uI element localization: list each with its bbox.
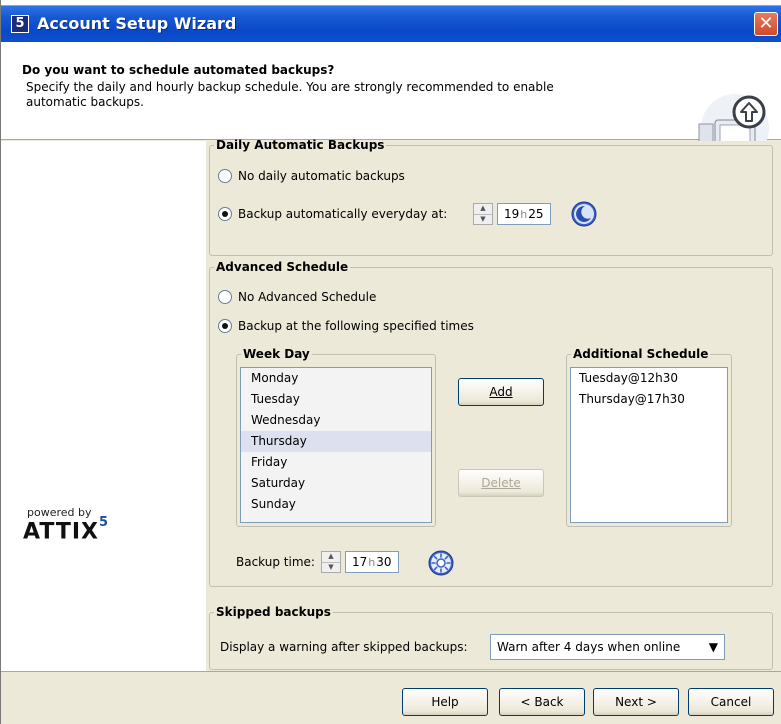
delete-label: Delete xyxy=(481,476,521,490)
daily-spin-down[interactable]: ▼ xyxy=(474,213,492,225)
next-button[interactable]: Next > xyxy=(593,688,679,716)
app-icon: 5 xyxy=(11,15,29,33)
logo-sup: 5 xyxy=(98,515,110,530)
radio-specified[interactable]: Backup at the following specified times xyxy=(218,319,474,333)
page-description: Specify the daily and hourly backup sche… xyxy=(22,80,622,110)
radio-specified-dot[interactable] xyxy=(218,319,232,333)
list-item-selected[interactable]: Thursday xyxy=(241,431,431,452)
daily-backups-group: Daily Automatic Backups xyxy=(209,138,773,256)
radio-no-advanced[interactable]: No Advanced Schedule xyxy=(218,290,376,304)
sun-icon[interactable] xyxy=(428,550,454,576)
skipped-backups-label: Display a warning after skipped backups: xyxy=(220,640,468,654)
backup-hours[interactable]: 17 xyxy=(352,555,367,569)
title-bar[interactable]: 5 Account Setup Wizard ✕ xyxy=(1,6,781,42)
window-title: Account Setup Wizard xyxy=(37,14,237,33)
radio-no-daily[interactable]: No daily automatic backups xyxy=(218,169,405,183)
list-item[interactable]: Thursday@17h30 xyxy=(571,389,727,410)
skipped-backups-value: Warn after 4 days when online xyxy=(497,640,681,654)
daily-minutes[interactable]: 25 xyxy=(528,207,543,221)
radio-everyday[interactable]: Backup automatically everyday at: xyxy=(218,207,447,221)
skipped-backups-legend: Skipped backups xyxy=(216,605,331,619)
logo-text: ATTIX xyxy=(23,519,99,545)
skipped-backups-select[interactable]: Warn after 4 days when online ▼ xyxy=(490,634,725,660)
radio-specified-label: Backup at the following specified times xyxy=(238,319,474,333)
list-item[interactable]: Friday xyxy=(241,452,431,473)
wizard-window: 5 Account Setup Wizard ✕ Do you want to … xyxy=(0,0,781,724)
description-line-1: Specify the daily and hourly backup sche… xyxy=(26,80,554,94)
backup-time-spinner[interactable]: ▲ ▼ 17 h 30 xyxy=(321,551,399,573)
list-item[interactable]: Saturday xyxy=(241,473,431,494)
backup-spin-buttons[interactable]: ▲ ▼ xyxy=(321,551,341,573)
daily-time-input[interactable]: 19 h 25 xyxy=(497,203,551,225)
cancel-button[interactable]: Cancel xyxy=(688,688,774,716)
list-item[interactable]: Tuesday xyxy=(241,389,431,410)
daily-spin-up[interactable]: ▲ xyxy=(474,204,492,214)
wizard-footer: Help < Back Next > Cancel xyxy=(1,671,781,724)
weekday-legend: Week Day xyxy=(243,347,310,361)
backup-spin-down[interactable]: ▼ xyxy=(322,561,340,573)
backup-time-label: Backup time: xyxy=(236,555,315,569)
attix-logo: ATTIX5 xyxy=(23,515,109,545)
list-item[interactable]: Monday xyxy=(241,368,431,389)
daily-spin-buttons[interactable]: ▲ ▼ xyxy=(473,203,493,225)
additional-schedule-list[interactable]: Tuesday@12h30 Thursday@17h30 xyxy=(570,367,728,523)
backup-minutes[interactable]: 30 xyxy=(376,555,391,569)
radio-no-daily-dot[interactable] xyxy=(218,169,232,183)
daily-hours[interactable]: 19 xyxy=(504,207,519,221)
chevron-down-icon[interactable]: ▼ xyxy=(709,635,718,659)
moon-icon[interactable] xyxy=(571,201,597,227)
page-title: Do you want to schedule automated backup… xyxy=(22,63,335,77)
list-item[interactable]: Sunday xyxy=(241,494,431,515)
backup-spin-up[interactable]: ▲ xyxy=(322,552,340,562)
wizard-header: Do you want to schedule automated backup… xyxy=(1,42,781,169)
delete-button[interactable]: Delete xyxy=(458,469,544,497)
cancel-label: Cancel xyxy=(710,695,752,709)
main-content: Daily Automatic Backups No daily automat… xyxy=(206,138,781,671)
radio-everyday-label: Backup automatically everyday at: xyxy=(238,207,448,221)
add-label: Add xyxy=(489,385,513,399)
radio-no-advanced-label: No Advanced Schedule xyxy=(238,290,377,304)
help-label: Help xyxy=(431,695,459,709)
help-button[interactable]: Help xyxy=(402,688,488,716)
branding-panel: powered by ATTIX5 xyxy=(1,141,206,671)
back-label: < Back xyxy=(520,695,564,709)
backup-time-input[interactable]: 17 h 30 xyxy=(345,551,399,573)
list-item[interactable]: Tuesday@12h30 xyxy=(571,368,727,389)
close-button[interactable]: ✕ xyxy=(754,12,778,36)
back-button[interactable]: < Back xyxy=(499,688,585,716)
list-item[interactable]: Wednesday xyxy=(241,410,431,431)
next-label: Next > xyxy=(615,695,657,709)
additional-schedule-legend: Additional Schedule xyxy=(573,347,709,361)
close-icon: ✕ xyxy=(758,13,774,34)
advanced-schedule-legend: Advanced Schedule xyxy=(216,260,349,274)
daily-time-spinner[interactable]: ▲ ▼ 19 h 25 xyxy=(473,203,551,225)
powered-by-text: powered by xyxy=(27,506,92,519)
radio-no-daily-label: No daily automatic backups xyxy=(238,169,405,183)
description-line-2: automatic backups. xyxy=(26,95,144,109)
add-button[interactable]: Add xyxy=(458,378,544,406)
radio-no-advanced-dot[interactable] xyxy=(218,290,232,304)
daily-backups-legend: Daily Automatic Backups xyxy=(216,138,385,152)
radio-everyday-dot[interactable] xyxy=(218,207,232,221)
daily-h-sep: h xyxy=(520,207,528,221)
weekday-list[interactable]: Monday Tuesday Wednesday Thursday Friday… xyxy=(240,367,432,523)
backup-h-sep: h xyxy=(368,555,376,569)
